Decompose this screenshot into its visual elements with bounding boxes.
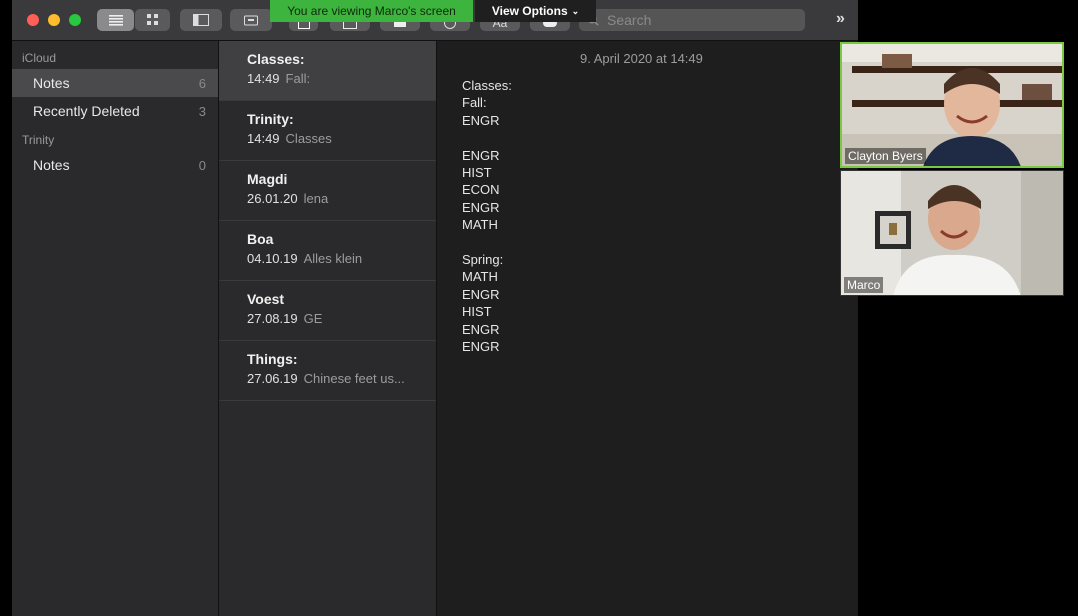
- note-preview: Alles klein: [303, 251, 363, 266]
- note-line: HIST: [462, 304, 492, 320]
- note-date: 27.08.19: [247, 311, 298, 326]
- note-title: Boa: [247, 231, 274, 247]
- note-list: Classes: 14:49 Fall: Trinity: 14:49 Classe…: [219, 41, 437, 616]
- note-line: ENGR: [462, 339, 500, 355]
- note-line: MATH: [462, 269, 498, 285]
- close-window-button[interactable]: [27, 14, 39, 26]
- list-view-button[interactable]: [97, 9, 134, 31]
- note-date: 14:49: [247, 131, 280, 146]
- sidebar-section-icloud: iCloud: [22, 51, 57, 65]
- screen-share-banner: You are viewing Marco's screen: [270, 0, 473, 22]
- note-list-item[interactable]: Things: 27.06.19 Chinese feet us...: [219, 341, 436, 401]
- gallery-view-button[interactable]: [135, 9, 170, 31]
- note-line: ECON: [462, 182, 500, 198]
- note-preview: Fall:: [285, 71, 311, 86]
- view-options-button[interactable]: View Options ⌄: [475, 0, 596, 22]
- note-body[interactable]: Classes: Fall: ENGR ENGR HIST ECON ENGR MATH Spr…: [462, 77, 512, 355]
- list-icon: [108, 14, 123, 26]
- note-line: ENGR: [462, 112, 500, 128]
- note-line: ENGR: [462, 321, 500, 337]
- note-timestamp: 9. April 2020 at 14:49: [580, 51, 703, 66]
- participant-video-tile[interactable]: Clayton Byers: [840, 42, 1064, 168]
- note-line: Fall:: [462, 95, 487, 111]
- search-input[interactable]: [605, 11, 789, 29]
- note-title: Things:: [247, 351, 298, 367]
- note-line: ENGR: [462, 147, 500, 163]
- note-preview: Chinese feet us...: [303, 371, 405, 386]
- notes-window: Aa » iCloud Notes 6 Recently Deleted 3 T…: [12, 0, 858, 616]
- note-blank-line: [462, 129, 512, 146]
- note-date: 26.01.20: [247, 191, 298, 206]
- note-list-item[interactable]: Trinity: 14:49 Classes: [219, 101, 436, 161]
- view-options-label: View Options: [491, 4, 568, 18]
- note-blank-line: [462, 234, 512, 251]
- sidebar-item-count: 0: [198, 157, 206, 173]
- note-list-item[interactable]: Magdi 26.01.20 lena: [219, 161, 436, 221]
- sidebar-item-notes[interactable]: Notes 6: [12, 69, 218, 97]
- folders-sidebar: iCloud Notes 6 Recently Deleted 3 Trinit…: [12, 41, 219, 616]
- note-date: 27.06.19: [247, 371, 298, 386]
- chevron-down-icon: ⌄: [571, 5, 580, 16]
- sidebar-item-label: Recently Deleted: [33, 103, 140, 119]
- toggle-sidebar-button[interactable]: [180, 9, 222, 31]
- note-line: MATH: [462, 217, 498, 233]
- note-line: ENGR: [462, 199, 500, 215]
- participant-name: Clayton Byers: [845, 148, 926, 164]
- participant-name: Marco: [844, 277, 884, 293]
- note-title: Classes:: [247, 51, 305, 67]
- sidebar-item-recently-deleted[interactable]: Recently Deleted 3: [12, 97, 218, 125]
- note-list-item[interactable]: Voest 27.08.19 GE: [219, 281, 436, 341]
- note-date: 04.10.19: [247, 251, 298, 266]
- sidebar-item-count: 6: [198, 75, 206, 91]
- note-preview: lena: [303, 191, 329, 206]
- participant-video-tile[interactable]: Marco: [840, 170, 1064, 296]
- note-line: Spring:: [462, 252, 504, 268]
- note-editor[interactable]: 9. April 2020 at 14:49 Classes: Fall: ENGR…: [437, 41, 858, 616]
- sidebar-item-trinity-notes[interactable]: Notes 0: [12, 151, 218, 179]
- sidebar-item-label: Notes: [33, 75, 70, 91]
- note-title: Magdi: [247, 171, 288, 187]
- note-title: Trinity:: [247, 111, 294, 127]
- toolbar-overflow-icon[interactable]: »: [836, 10, 845, 28]
- note-line: ENGR: [462, 286, 500, 302]
- sidebar-item-label: Notes: [33, 157, 70, 173]
- grid-icon: [146, 14, 158, 25]
- minimize-window-button[interactable]: [48, 14, 60, 26]
- note-date: 14:49: [247, 71, 280, 86]
- note-line: Classes:: [462, 78, 512, 93]
- delete-note-button[interactable]: [230, 9, 272, 31]
- note-list-item[interactable]: Boa 04.10.19 Alles klein: [219, 221, 436, 281]
- note-preview: GE: [303, 311, 323, 326]
- sidebar-icon: [193, 14, 209, 26]
- trash-icon: [244, 15, 258, 26]
- sidebar-section-trinity: Trinity: [22, 133, 55, 147]
- search-field[interactable]: [579, 9, 805, 31]
- note-line: HIST: [462, 165, 492, 181]
- sidebar-item-count: 3: [198, 103, 206, 119]
- note-preview: Classes: [285, 131, 332, 146]
- zoom-window-button[interactable]: [69, 14, 81, 26]
- note-title: Voest: [247, 291, 285, 307]
- note-list-item[interactable]: Classes: 14:49 Fall:: [219, 41, 436, 101]
